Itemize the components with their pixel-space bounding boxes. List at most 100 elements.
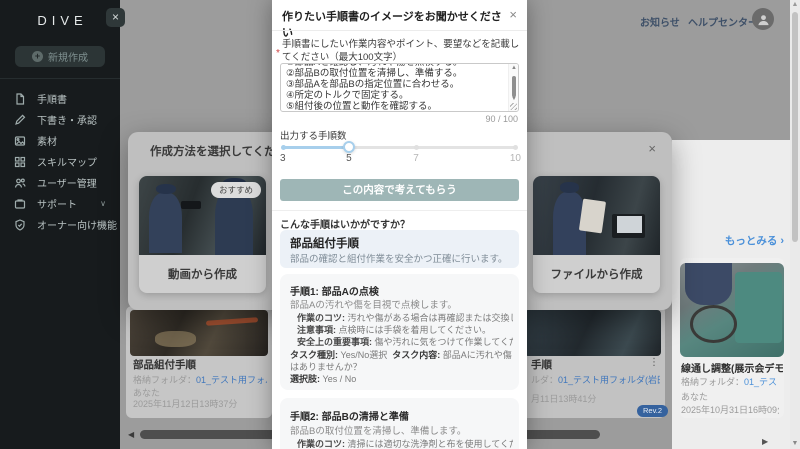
- create-from-file-card[interactable]: ファイルから作成: [533, 176, 660, 293]
- scroll-up-arrow-icon[interactable]: ▲: [509, 65, 518, 71]
- tick-10: 10: [509, 153, 521, 164]
- scroll-down-arrow-icon[interactable]: ▼: [791, 440, 799, 447]
- scroll-left-arrow-icon[interactable]: ◀: [128, 430, 134, 439]
- see-more-link[interactable]: もっとみる ›: [725, 233, 784, 248]
- sidebar-item-skill-map[interactable]: スキルマップ: [0, 151, 120, 172]
- plus-icon: +: [32, 51, 43, 62]
- steps-slider[interactable]: [281, 141, 518, 153]
- close-icon[interactable]: ×: [509, 7, 517, 22]
- manual-card-date: 2025年11月12日13時37分: [133, 399, 238, 409]
- folder-link[interactable]: 01_テスト用フォルダ(岩田): [558, 375, 660, 385]
- manual-card-title: 部品組付手順: [133, 359, 196, 371]
- tips-label: 作業のコツ:: [297, 313, 345, 323]
- user-avatar[interactable]: [752, 8, 774, 30]
- sidebar-item-owner-features[interactable]: オーナー向け機能: [0, 214, 120, 235]
- sidebar: DIVE × + 新規作成 手順書 下書き・承認 素材 スキルマップ ユーザー管…: [0, 0, 125, 449]
- manual-card-folder: 格納フォルダ：01_テスト用フォル: [681, 375, 779, 388]
- sidebar-item-assets[interactable]: 素材: [0, 130, 120, 151]
- folder-link[interactable]: 01_テスト用フォルダ(岩田): [196, 375, 267, 385]
- input-label: 手順書にしたい作業内容やポイント、要望などを記載してください（最大100文字）: [282, 39, 520, 63]
- manual-card-date: 月11日13時41分: [531, 394, 597, 404]
- choices-label: 選択肢:: [290, 374, 320, 384]
- task-content-label: タスク内容:: [392, 350, 441, 360]
- manual-image-wizard-modal: 作りたい手順書のイメージをお聞かせください × * 手順書にしたい作業内容やポイ…: [272, 0, 527, 449]
- more-vertical-icon[interactable]: ⋮: [649, 357, 659, 368]
- task-type-label: タスク種別:: [290, 350, 338, 360]
- chevron-down-icon: ∨: [100, 199, 106, 208]
- suggestion-heading: こんな手順はいかがですか？: [280, 220, 410, 231]
- scroll-up-arrow-icon[interactable]: ▲: [791, 1, 799, 8]
- new-create-button[interactable]: + 新規作成: [15, 46, 105, 67]
- app-logo: DIVE: [37, 13, 88, 28]
- slider-mark-7: [414, 145, 420, 150]
- sidebar-menu: 手順書 下書き・承認 素材 スキルマップ ユーザー管理 サポート ∨ オーナー向…: [0, 88, 120, 235]
- tick-3: 3: [280, 153, 286, 164]
- sidebar-item-support[interactable]: サポート ∨: [0, 193, 120, 214]
- sidebar-item-manuals[interactable]: 手順書: [0, 88, 120, 109]
- manual-card-image: [524, 310, 661, 356]
- sidebar-item-user-management[interactable]: ユーザー管理: [0, 172, 120, 193]
- manual-card[interactable]: 部品組付手順 格納フォルダ：01_テスト用フォルダ(岩田) あなた 2025年1…: [126, 306, 272, 418]
- notifications-link[interactable]: お知らせ: [640, 14, 680, 29]
- description-textarea[interactable]: ①部品Aを確認し、汚れや傷を点検する。 ②部品Bの取付位置を清掃し、準備する。 …: [280, 63, 519, 112]
- step-description: 部品Aの汚れや傷を目視で点検します。: [290, 300, 457, 311]
- manual-card-title: 線通し調整(展示会デモ用)20: [681, 364, 783, 375]
- folder-label: 格納フォルダ：: [133, 375, 197, 385]
- folder-link[interactable]: 01_テスト用フォル: [744, 377, 779, 387]
- caution-label: 注意事項:: [297, 325, 336, 335]
- document-icon: [16, 92, 25, 105]
- resize-grip[interactable]: [510, 103, 517, 110]
- new-create-label: 新規作成: [48, 53, 88, 64]
- tips-text: 清掃には適切な洗浄剤と布を使用してください。: [347, 439, 513, 449]
- slider-mark-10: [513, 145, 518, 150]
- suggestion-description: 部品の確認と組付作業を安全かつ正確に行います。: [290, 254, 508, 265]
- step-description: 部品Bの取付位置を清掃し、準備します。: [290, 426, 467, 437]
- step-safety: 安全上の重要事項: 傷や汚れに気をつけて作業してください。: [297, 335, 513, 348]
- manual-card-date: 2025年10月31日16時09分: [681, 405, 779, 415]
- manual-card[interactable]: 線通し調整(展示会デモ用)20 格納フォルダ：01_テスト用フォル あなた 20…: [680, 258, 784, 418]
- slider-handle[interactable]: [343, 141, 356, 153]
- safety-text: 傷や汚れに気をつけて作業してください。: [374, 337, 513, 347]
- task-type: Yes/No選択: [340, 350, 388, 360]
- sidebar-item-label: オーナー向け機能: [37, 221, 117, 232]
- scroll-down-arrow-icon[interactable]: ▼: [509, 96, 518, 102]
- vertical-scrollbar-thumb[interactable]: [792, 12, 798, 242]
- caution-text: 点検時には手袋を着用してください。: [338, 325, 491, 335]
- help-center-link[interactable]: ヘルプセンター: [688, 14, 758, 29]
- shield-icon: [15, 218, 25, 231]
- step-card-2: 手順2: 部品Bの清掃と準備 部品Bの取付位置を清掃し、準備します。 作業のコツ…: [280, 398, 519, 449]
- recommended-badge: おすすめ: [210, 182, 261, 198]
- sidebar-item-label: 下書き・承認: [37, 116, 97, 127]
- sidebar-item-drafts-approval[interactable]: 下書き・承認: [0, 109, 120, 130]
- sidebar-divider: [0, 78, 120, 79]
- step-title: 手順1: 部品Aの点検: [290, 287, 379, 298]
- sidebar-item-label: サポート: [37, 200, 77, 211]
- support-icon: [14, 198, 26, 209]
- manual-card-folder: 格納フォルダ：01_テスト用フォルダ(岩田): [133, 373, 267, 386]
- pencil-icon: [15, 114, 26, 125]
- tick-7: 7: [413, 153, 419, 164]
- manual-card-owner: あなた: [681, 392, 709, 402]
- sidebar-close-button[interactable]: ×: [106, 8, 125, 27]
- choices-text: Yes / No: [322, 374, 357, 384]
- users-icon: [14, 177, 26, 188]
- steps-count-label: 出力する手順数: [280, 131, 347, 142]
- safety-label: 安全上の重要事項:: [297, 337, 372, 347]
- manual-card[interactable]: 手順 ⋮ ルダ：01_テスト用フォルダ(岩田) 月11日13時41分 Rev.2: [520, 306, 669, 418]
- required-asterisk: *: [276, 48, 280, 59]
- suggestion-title: 部品組付手順: [290, 238, 359, 250]
- vertical-scrollbar[interactable]: ▲ ▼: [790, 0, 800, 449]
- sidebar-item-label: 素材: [37, 137, 57, 148]
- create-from-video-label: 動画から作成: [168, 269, 237, 281]
- sidebar-item-label: スキルマップ: [37, 158, 97, 169]
- divider: [272, 210, 527, 211]
- create-from-video-card[interactable]: おすすめ 動画から作成: [139, 176, 266, 293]
- revision-badge: Rev.2: [637, 405, 669, 417]
- textarea-scrollbar-thumb[interactable]: [512, 76, 516, 97]
- manual-card-image: [680, 263, 784, 357]
- manual-card-folder: ルダ：01_テスト用フォルダ(岩田): [531, 373, 660, 386]
- generate-button[interactable]: この内容で考えてもらう: [280, 179, 519, 201]
- close-icon[interactable]: ×: [648, 141, 656, 156]
- scroll-right-arrow-icon[interactable]: ▶: [762, 437, 768, 446]
- folder-label: 格納フォルダ：: [681, 377, 745, 387]
